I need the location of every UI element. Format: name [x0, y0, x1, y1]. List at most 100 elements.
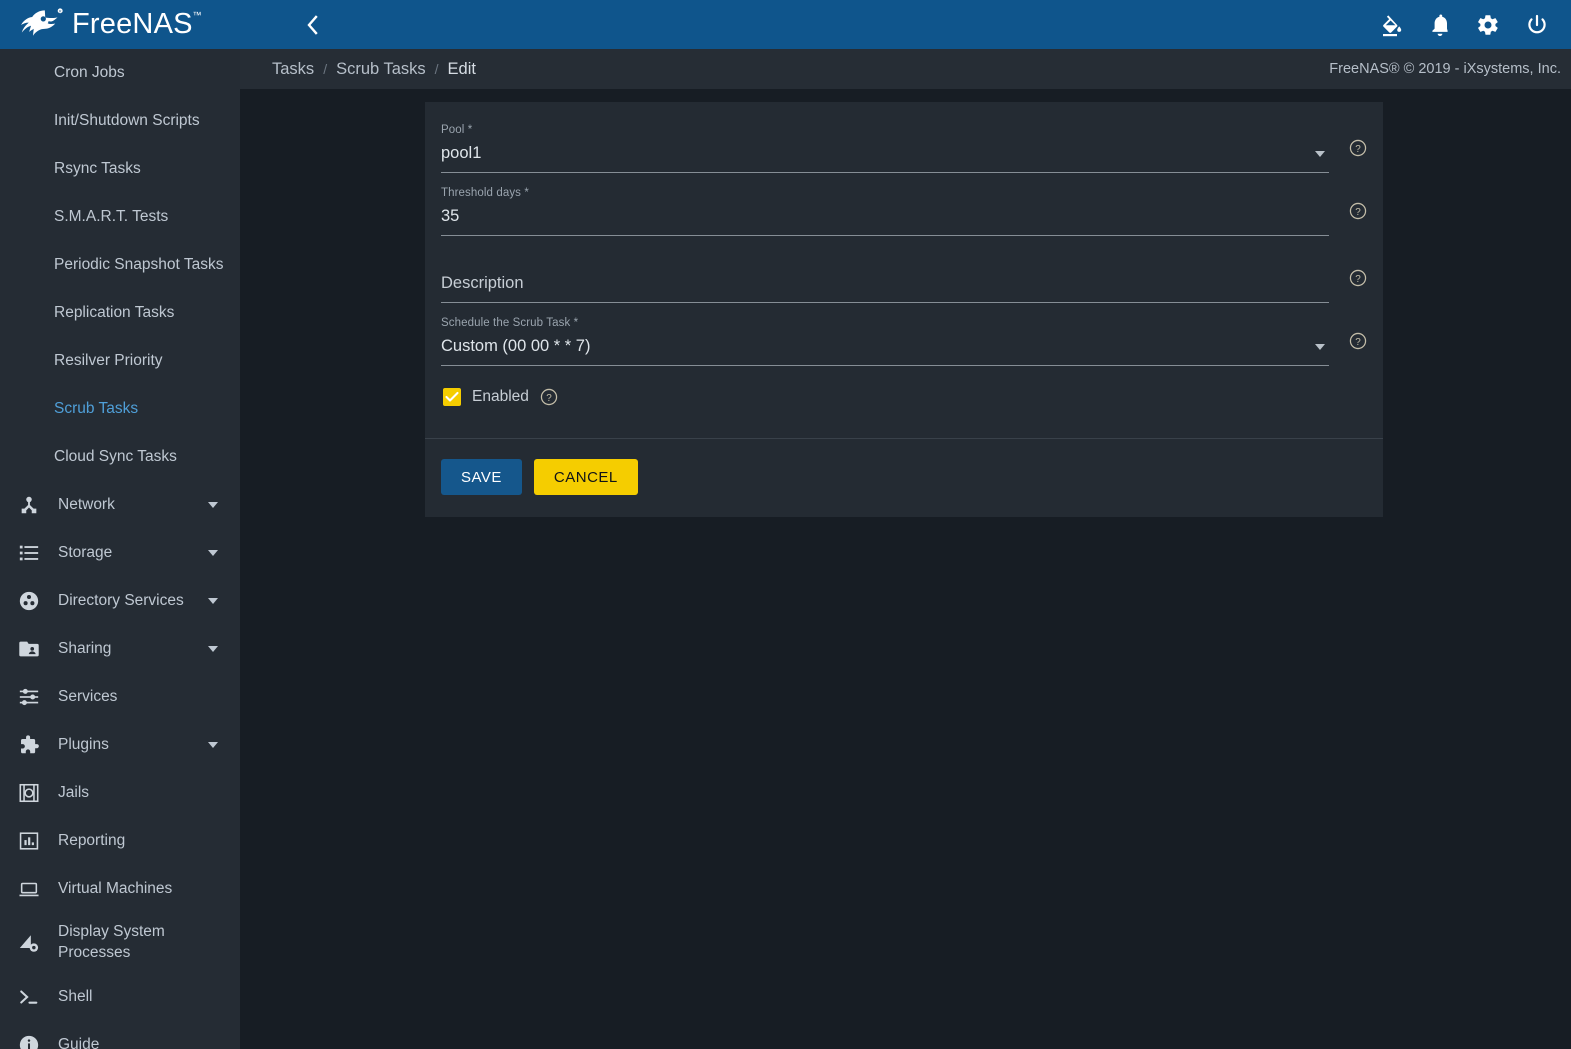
- pool-help-icon[interactable]: ?: [1349, 139, 1367, 157]
- top-bar-left-controls: [240, 14, 318, 35]
- sidebar-item-label: Guide: [58, 1035, 100, 1049]
- sidebar-item-shell[interactable]: Shell: [0, 973, 240, 1021]
- chevron-down-icon[interactable]: [208, 598, 218, 604]
- sidebar-item-label: Rsync Tasks: [54, 159, 141, 177]
- form-fields: Pool * pool1 ? Threshold days * 35 ? Des…: [425, 102, 1383, 438]
- sidebar-item-rsync-tasks[interactable]: Rsync Tasks: [0, 145, 240, 193]
- sidebar-item-directory-services[interactable]: Directory Services: [0, 577, 240, 625]
- jails-icon: [14, 780, 44, 806]
- threshold-days-label: Threshold days *: [441, 187, 529, 199]
- schedule-help-icon[interactable]: ?: [1349, 332, 1367, 350]
- sidebar-item-label: Storage: [58, 543, 113, 561]
- sidebar-item-label: Jails: [58, 783, 90, 801]
- description-input[interactable]: Description: [441, 272, 1329, 303]
- brand-name: FreeNAS ™: [72, 8, 201, 40]
- sidebar-item-jails[interactable]: Jails: [0, 769, 240, 817]
- sidebar-item-label: Services: [58, 687, 118, 705]
- enabled-help-icon[interactable]: ?: [540, 388, 558, 406]
- sidebar-item-label: Plugins: [58, 735, 109, 753]
- sidebar-navigation: Cron Jobs Init/Shutdown Scripts Rsync Task…: [0, 49, 240, 1049]
- sidebar-item-label: S.M.A.R.T. Tests: [54, 207, 169, 225]
- freenas-app-window: R FreeNAS ™ Tasks / Scrub Tasks / Edit F…: [0, 0, 1571, 1049]
- pool-select[interactable]: pool1: [441, 142, 1329, 173]
- system-processes-icon: [14, 930, 44, 956]
- sidebar-item-plugins[interactable]: Plugins: [0, 721, 240, 769]
- enabled-checkbox[interactable]: [443, 388, 461, 406]
- sidebar-item-label: Init/Shutdown Scripts: [54, 111, 200, 129]
- gear-icon[interactable]: [1476, 13, 1500, 37]
- svg-text:?: ?: [546, 393, 552, 404]
- description-label: [441, 254, 1329, 269]
- svg-text:?: ?: [1355, 337, 1361, 348]
- sidebar-item-storage[interactable]: Storage: [0, 529, 240, 577]
- sidebar-item-sharing[interactable]: Sharing: [0, 625, 240, 673]
- sidebar-item-replication-tasks[interactable]: Replication Tasks: [0, 289, 240, 337]
- top-bar: R FreeNAS ™: [0, 0, 1571, 49]
- brand-name-text: FreeNAS: [72, 8, 193, 40]
- chevron-left-icon[interactable]: [306, 14, 318, 35]
- enabled-checkbox-row: Enabled ?: [441, 370, 1367, 412]
- description-help-icon[interactable]: ?: [1349, 269, 1367, 287]
- svg-text:?: ?: [1355, 274, 1361, 285]
- sidebar-item-cron-jobs[interactable]: Cron Jobs: [0, 49, 240, 97]
- shell-prompt-icon: [14, 984, 44, 1010]
- folder-shared-icon: [14, 636, 44, 662]
- sidebar-item-label: Cloud Sync Tasks: [54, 447, 177, 465]
- sidebar-item-periodic-snapshot-tasks[interactable]: Periodic Snapshot Tasks: [0, 241, 240, 289]
- sidebar-item-s-m-a-r-t-tests[interactable]: S.M.A.R.T. Tests: [0, 193, 240, 241]
- chevron-down-icon[interactable]: [1315, 344, 1325, 350]
- sidebar-item-display-system-processes[interactable]: Display System Processes: [0, 913, 240, 973]
- brand-logo[interactable]: R FreeNAS ™: [0, 0, 240, 49]
- sidebar-item-init-shutdown-scripts[interactable]: Init/Shutdown Scripts: [0, 97, 240, 145]
- hamburger-menu-icon[interactable]: [265, 16, 289, 34]
- threshold-days-help-icon[interactable]: ?: [1349, 202, 1367, 220]
- device-hub-icon: [14, 492, 44, 518]
- power-icon[interactable]: [1525, 13, 1549, 37]
- schedule-label: Schedule the Scrub Task *: [441, 317, 579, 329]
- main-content: Pool * pool1 ? Threshold days * 35 ? Des…: [240, 89, 1571, 1049]
- sidebar-item-services[interactable]: Services: [0, 673, 240, 721]
- save-button[interactable]: SAVE: [441, 459, 522, 495]
- sidebar-item-label: Replication Tasks: [54, 303, 175, 321]
- schedule-select[interactable]: Custom (00 00 * * 7): [441, 335, 1329, 366]
- sidebar-item-resilver-priority[interactable]: Resilver Priority: [0, 337, 240, 385]
- threshold-days-value: 35: [441, 207, 460, 225]
- threshold-days-input[interactable]: 35: [441, 205, 1329, 236]
- breadcrumb-bar: Tasks / Scrub Tasks / Edit FreeNAS® © 20…: [240, 49, 1571, 89]
- sidebar-item-reporting[interactable]: Reporting: [0, 817, 240, 865]
- sidebar-item-label: Reporting: [58, 831, 126, 849]
- breadcrumb-separator: /: [434, 61, 439, 77]
- sidebar-item-label: Virtual Machines: [58, 879, 173, 897]
- cancel-button[interactable]: CANCEL: [533, 459, 638, 495]
- paint-bucket-icon[interactable]: [1380, 13, 1404, 37]
- sidebar-item-label: Shell: [58, 987, 93, 1005]
- sidebar-item-label: Network: [58, 495, 115, 513]
- bar-chart-icon: [14, 828, 44, 854]
- breadcrumb: Tasks / Scrub Tasks / Edit: [272, 60, 476, 79]
- sidebar-item-virtual-machines[interactable]: Virtual Machines: [0, 865, 240, 913]
- copyright-text: FreeNAS® © 2019 - iXsystems, Inc.: [1329, 61, 1561, 77]
- brand-trademark: ™: [192, 10, 202, 20]
- schedule-value: Custom (00 00 * * 7): [441, 337, 591, 355]
- threshold-days-field: Threshold days * 35 ?: [441, 187, 1367, 236]
- svg-text:?: ?: [1355, 207, 1361, 218]
- chevron-down-icon[interactable]: [208, 742, 218, 748]
- breadcrumb-item-tasks[interactable]: Tasks: [272, 60, 314, 79]
- chevron-down-icon[interactable]: [208, 502, 218, 508]
- form-actions: SAVE CANCEL: [425, 439, 1383, 517]
- bell-icon[interactable]: [1429, 13, 1451, 37]
- sidebar-item-scrub-tasks[interactable]: Scrub Tasks: [0, 385, 240, 433]
- chevron-down-icon[interactable]: [208, 646, 218, 652]
- sidebar-item-cloud-sync-tasks[interactable]: Cloud Sync Tasks: [0, 433, 240, 481]
- storage-list-icon: [14, 540, 44, 566]
- sidebar-item-guide[interactable]: Guide: [0, 1021, 240, 1049]
- chevron-down-icon[interactable]: [1315, 151, 1325, 157]
- chevron-down-icon[interactable]: [208, 550, 218, 556]
- sidebar-item-network[interactable]: Network: [0, 481, 240, 529]
- sidebar-item-label: Display System Processes: [58, 923, 165, 961]
- pool-field: Pool * pool1 ?: [441, 124, 1367, 173]
- sidebar-item-label: Resilver Priority: [54, 351, 163, 369]
- breadcrumb-item-scrub-tasks[interactable]: Scrub Tasks: [336, 60, 426, 79]
- puzzle-piece-icon: [14, 732, 44, 758]
- pool-field-label: Pool *: [441, 124, 473, 136]
